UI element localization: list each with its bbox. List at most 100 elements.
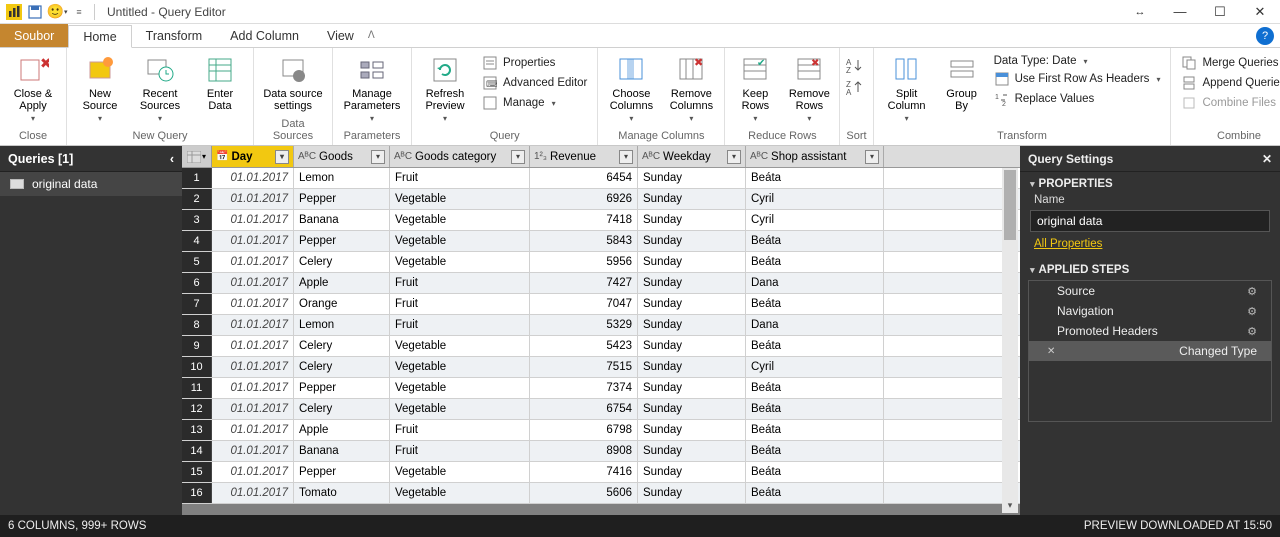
choose-columns-button[interactable]: ChooseColumns▾ — [604, 52, 658, 123]
cell-day[interactable]: 01.01.2017 — [212, 273, 294, 293]
cell-assistant[interactable]: Beáta — [746, 231, 884, 251]
split-column-button[interactable]: SplitColumn▾ — [880, 52, 934, 123]
all-properties-link[interactable]: All Properties — [1020, 238, 1280, 258]
table-row[interactable]: 301.01.2017BananaVegetable7418SundayCyri… — [182, 210, 1020, 231]
table-row[interactable]: 1401.01.2017BananaFruit8908SundayBeáta — [182, 441, 1020, 462]
gear-icon[interactable]: ⚙ — [1247, 305, 1257, 318]
manage-query-button[interactable]: Manage▾ — [478, 94, 591, 112]
cell-category[interactable]: Fruit — [390, 441, 530, 461]
scrollbar-thumb[interactable] — [1004, 170, 1016, 240]
table-row[interactable]: 1301.01.2017AppleFruit6798SundayBeáta — [182, 420, 1020, 441]
data-grid[interactable]: ▾ 📅Day▾ AᴮCGoods▾ AᴮCGoods category▾ 1²₃… — [182, 146, 1020, 504]
tab-add-column[interactable]: Add Column — [216, 24, 313, 47]
cell-day[interactable]: 01.01.2017 — [212, 462, 294, 482]
cell-assistant[interactable]: Beáta — [746, 336, 884, 356]
cell-revenue[interactable]: 6798 — [530, 420, 638, 440]
cell-weekday[interactable]: Sunday — [638, 441, 746, 461]
tab-file[interactable]: Soubor — [0, 24, 68, 47]
save-icon[interactable] — [26, 3, 44, 21]
enter-data-button[interactable]: EnterData — [193, 52, 247, 112]
cell-day[interactable]: 01.01.2017 — [212, 441, 294, 461]
cell-revenue[interactable]: 5423 — [530, 336, 638, 356]
cell-weekday[interactable]: Sunday — [638, 315, 746, 335]
cell-revenue[interactable]: 5606 — [530, 483, 638, 503]
cell-assistant[interactable]: Beáta — [746, 462, 884, 482]
step-promoted-headers[interactable]: Promoted Headers⚙ — [1029, 321, 1271, 341]
advanced-editor-button[interactable]: ⌨Advanced Editor — [478, 74, 591, 92]
cell-category[interactable]: Fruit — [390, 273, 530, 293]
cell-weekday[interactable]: Sunday — [638, 273, 746, 293]
cell-weekday[interactable]: Sunday — [638, 378, 746, 398]
cell-day[interactable]: 01.01.2017 — [212, 336, 294, 356]
cell-assistant[interactable]: Beáta — [746, 168, 884, 188]
cell-goods[interactable]: Lemon — [294, 168, 390, 188]
cell-assistant[interactable]: Beáta — [746, 483, 884, 503]
table-row[interactable]: 1101.01.2017PepperVegetable7374SundayBeá… — [182, 378, 1020, 399]
cell-day[interactable]: 01.01.2017 — [212, 231, 294, 251]
cell-assistant[interactable]: Dana — [746, 273, 884, 293]
cell-goods[interactable]: Apple — [294, 420, 390, 440]
cell-category[interactable]: Fruit — [390, 294, 530, 314]
sort-asc-button[interactable]: AZ — [846, 58, 866, 74]
cell-goods[interactable]: Tomato — [294, 483, 390, 503]
cell-category[interactable]: Vegetable — [390, 357, 530, 377]
cell-category[interactable]: Fruit — [390, 168, 530, 188]
cell-day[interactable]: 01.01.2017 — [212, 357, 294, 377]
column-header-revenue[interactable]: 1²₃Revenue▾ — [530, 146, 638, 167]
column-header-goods[interactable]: AᴮCGoods▾ — [294, 146, 390, 167]
table-row[interactable]: 801.01.2017LemonFruit5329SundayDana — [182, 315, 1020, 336]
cell-goods[interactable]: Banana — [294, 441, 390, 461]
remove-columns-button[interactable]: ✖RemoveColumns▾ — [664, 52, 718, 123]
cell-goods[interactable]: Pepper — [294, 189, 390, 209]
vertical-scrollbar[interactable]: ▴ ▾ — [1002, 168, 1018, 513]
cell-assistant[interactable]: Dana — [746, 315, 884, 335]
cell-revenue[interactable]: 7416 — [530, 462, 638, 482]
append-queries-button[interactable]: Append Queries▾ — [1177, 74, 1280, 92]
cell-day[interactable]: 01.01.2017 — [212, 420, 294, 440]
cell-weekday[interactable]: Sunday — [638, 210, 746, 230]
cell-goods[interactable]: Pepper — [294, 378, 390, 398]
cell-day[interactable]: 01.01.2017 — [212, 294, 294, 314]
cell-revenue[interactable]: 7047 — [530, 294, 638, 314]
new-source-button[interactable]: NewSource▾ — [73, 52, 127, 123]
cell-category[interactable]: Vegetable — [390, 378, 530, 398]
cell-day[interactable]: 01.01.2017 — [212, 378, 294, 398]
cell-goods[interactable]: Celery — [294, 336, 390, 356]
cell-weekday[interactable]: Sunday — [638, 336, 746, 356]
cell-revenue[interactable]: 5329 — [530, 315, 638, 335]
cell-goods[interactable]: Pepper — [294, 231, 390, 251]
cell-goods[interactable]: Apple — [294, 273, 390, 293]
applied-steps-section[interactable]: APPLIED STEPS — [1020, 258, 1280, 278]
cell-goods[interactable]: Lemon — [294, 315, 390, 335]
cell-assistant[interactable]: Cyril — [746, 357, 884, 377]
keep-rows-button[interactable]: ✔KeepRows▾ — [731, 52, 779, 123]
cell-category[interactable]: Vegetable — [390, 252, 530, 272]
cell-revenue[interactable]: 5956 — [530, 252, 638, 272]
cell-assistant[interactable]: Beáta — [746, 441, 884, 461]
recent-sources-button[interactable]: RecentSources▾ — [133, 52, 187, 123]
collapse-queries-icon[interactable]: ‹ — [170, 152, 174, 166]
close-apply-button[interactable]: ✖ Close &Apply▾ — [6, 52, 60, 123]
cell-assistant[interactable]: Beáta — [746, 378, 884, 398]
cell-weekday[interactable]: Sunday — [638, 252, 746, 272]
table-row[interactable]: 401.01.2017PepperVegetable5843SundayBeát… — [182, 231, 1020, 252]
tab-home[interactable]: Home — [68, 25, 131, 48]
cell-weekday[interactable]: Sunday — [638, 189, 746, 209]
cell-revenue[interactable]: 8908 — [530, 441, 638, 461]
cell-goods[interactable]: Celery — [294, 252, 390, 272]
cell-assistant[interactable]: Cyril — [746, 189, 884, 209]
cell-weekday[interactable]: Sunday — [638, 231, 746, 251]
cell-weekday[interactable]: Sunday — [638, 462, 746, 482]
qat-dropdown-icon[interactable]: ≡ — [70, 3, 88, 21]
cell-weekday[interactable]: Sunday — [638, 294, 746, 314]
table-row[interactable]: 1501.01.2017PepperVegetable7416SundayBeá… — [182, 462, 1020, 483]
table-row[interactable]: 201.01.2017PepperVegetable6926SundayCyri… — [182, 189, 1020, 210]
cell-revenue[interactable]: 7418 — [530, 210, 638, 230]
cell-category[interactable]: Vegetable — [390, 189, 530, 209]
minimize-button[interactable]: — — [1160, 0, 1200, 24]
sort-desc-button[interactable]: ZA — [846, 80, 866, 96]
query-item-original-data[interactable]: original data — [0, 172, 182, 196]
merge-queries-button[interactable]: Merge Queries▾ — [1177, 54, 1280, 72]
cell-category[interactable]: Vegetable — [390, 462, 530, 482]
table-row[interactable]: 701.01.2017OrangeFruit7047SundayBeáta — [182, 294, 1020, 315]
